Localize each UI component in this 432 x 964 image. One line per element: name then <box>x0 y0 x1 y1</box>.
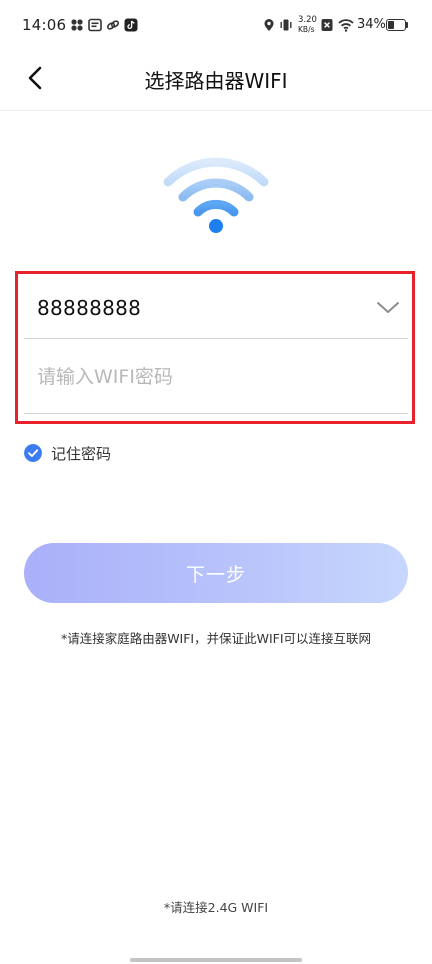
checkbox-checked-icon[interactable] <box>24 444 42 462</box>
vibrate-icon <box>280 19 292 31</box>
page-title: 选择路由器WIFI <box>144 69 288 93</box>
tiktok-icon <box>124 18 138 32</box>
remember-password-toggle[interactable]: 记住密码 <box>24 441 111 465</box>
link-icon <box>106 20 120 30</box>
battery-percent: 34% <box>357 17 386 32</box>
net-speed-value: 3.20 <box>298 15 317 25</box>
battery-icon <box>386 19 406 31</box>
home-indicator[interactable] <box>130 958 302 962</box>
wifi-icon <box>338 19 354 32</box>
ssid-value: 88888888 <box>37 296 142 320</box>
no-sim-icon <box>321 19 333 31</box>
next-step-label: 下一步 <box>185 563 246 586</box>
net-speed-unit: KB/s <box>298 25 315 34</box>
message-icon <box>88 18 102 32</box>
wifi-illustration-icon <box>163 157 269 233</box>
header: 选择路由器WIFI <box>0 50 432 111</box>
status-time: 14:06 <box>22 16 67 34</box>
status-bar: 14:06 3.20 KB/s 34% <box>0 0 432 50</box>
location-icon <box>264 19 274 31</box>
next-step-button[interactable]: 下一步 <box>24 543 408 603</box>
remember-password-label: 记住密码 <box>51 444 112 463</box>
connect-hint: *请连接家庭路由器WIFI，并保证此WIFI可以连接互联网 <box>60 631 372 646</box>
battery-cap <box>406 22 408 28</box>
wifi-ssid-selector[interactable]: 88888888 <box>24 278 408 339</box>
password-row <box>24 340 408 414</box>
chevron-down-icon[interactable] <box>376 298 400 318</box>
footer-hint: *请连接2.4G WIFI <box>163 900 269 915</box>
wifi-password-input[interactable] <box>37 362 387 392</box>
apps-icon <box>71 19 83 31</box>
